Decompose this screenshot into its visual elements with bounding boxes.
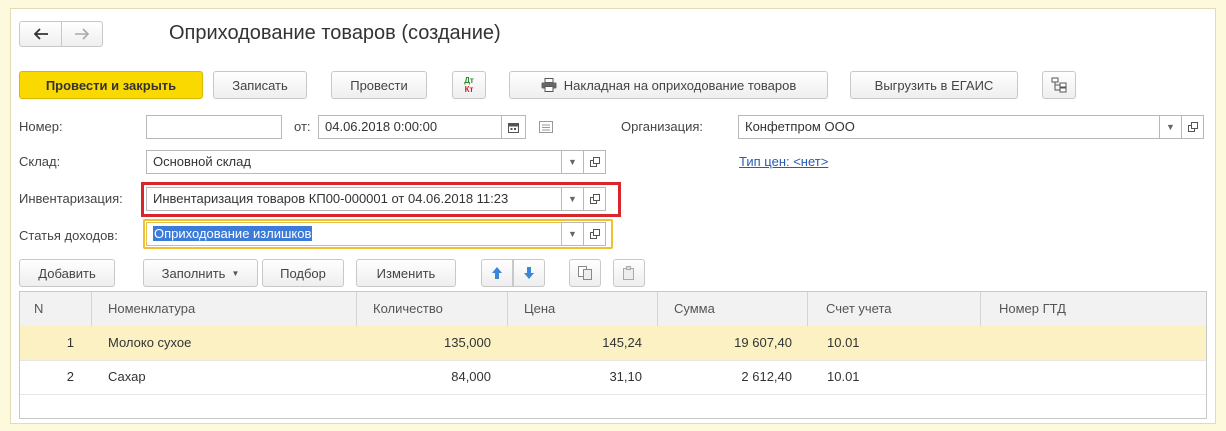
number-field[interactable] [146, 115, 282, 139]
paste-row-button[interactable] [613, 259, 645, 287]
income-item-label: Статья доходов: [19, 228, 118, 243]
warehouse-open-button[interactable] [584, 150, 606, 174]
open-icon [1187, 122, 1198, 132]
print-invoice-label: Накладная на оприходование товаров [563, 77, 797, 93]
move-down-button[interactable] [513, 259, 545, 287]
copy-row-button[interactable] [569, 259, 601, 287]
save-button[interactable]: Записать [213, 71, 307, 99]
document-lines-icon [539, 121, 553, 133]
table-header: N Номенклатура Количество Цена Сумма Сче… [20, 292, 1206, 327]
price-type-link[interactable]: Тип цен: <нет> [739, 154, 828, 169]
organization-dropdown[interactable]: ▼ [1160, 115, 1182, 139]
comment-button[interactable] [538, 119, 554, 135]
pick-button[interactable]: Подбор [262, 259, 344, 287]
paste-icon [623, 266, 634, 280]
goods-table: N Номенклатура Количество Цена Сумма Сче… [19, 291, 1207, 419]
cell-n: 1 [66, 335, 74, 350]
cell-item: Молоко сухое [108, 335, 192, 350]
table-row[interactable]: 1 Молоко сухое 135,000 145,24 19 607,40 … [20, 326, 1206, 361]
move-up-button[interactable] [481, 259, 513, 287]
post-button[interactable]: Провести [331, 71, 427, 99]
add-row-button[interactable]: Добавить [19, 259, 115, 287]
inventory-label: Инвентаризация: [19, 191, 123, 206]
arrow-down-icon [524, 267, 534, 279]
organization-label: Организация: [621, 119, 704, 134]
cell-quantity: 135,000 [444, 335, 491, 350]
cell-gtd [981, 360, 1206, 394]
open-icon [589, 157, 600, 167]
print-invoice-button[interactable]: Накладная на оприходование товаров [509, 71, 828, 99]
inventory-field[interactable]: Инвентаризация товаров КП00-000001 от 04… [146, 187, 562, 211]
copy-icon [578, 266, 592, 280]
dt-kt-button[interactable]: Дт Кт [452, 71, 486, 99]
open-icon [589, 194, 600, 204]
income-item-dropdown[interactable]: ▼ [562, 222, 584, 246]
post-and-close-button[interactable]: Провести и закрыть [19, 71, 203, 99]
dt-kt-icon-bottom: Кт [464, 85, 474, 94]
cell-account: 10.01 [827, 335, 860, 350]
income-item-field[interactable]: Оприходование излишков [146, 222, 562, 246]
dt-kt-icon-top: Дт [464, 76, 474, 85]
calendar-icon [508, 122, 519, 133]
calendar-button[interactable] [502, 115, 526, 139]
export-egais-button[interactable]: Выгрузить в ЕГАИС [850, 71, 1018, 99]
cell-sum: 2 612,40 [741, 369, 792, 384]
column-header-account[interactable]: Счет учета [808, 292, 981, 326]
printer-icon [541, 78, 557, 92]
number-label: Номер: [19, 119, 63, 134]
column-header-item[interactable]: Номенклатура [92, 292, 357, 326]
income-item-value: Оприходование излишков [153, 226, 313, 241]
cell-sum: 19 607,40 [734, 335, 792, 350]
fill-button[interactable]: Заполнить ▼ [143, 259, 258, 287]
income-item-open-button[interactable] [584, 222, 606, 246]
organization-field[interactable]: Конфетпром ООО [738, 115, 1160, 139]
organization-open-button[interactable] [1182, 115, 1204, 139]
arrow-up-icon [492, 267, 502, 279]
nav-buttons [19, 21, 103, 47]
arrow-left-icon [33, 28, 48, 40]
date-label: от: [294, 119, 311, 134]
column-header-price[interactable]: Цена [508, 292, 658, 326]
cell-item: Сахар [108, 369, 146, 384]
column-header-sum[interactable]: Сумма [658, 292, 808, 326]
structure-button[interactable] [1042, 71, 1076, 99]
document-window: Оприходование товаров (создание) Провест… [10, 8, 1216, 424]
column-header-gtd[interactable]: Номер ГТД [981, 292, 1206, 326]
arrow-right-icon [75, 28, 90, 40]
cell-price: 145,24 [602, 335, 642, 350]
cell-n: 2 [66, 369, 74, 384]
cell-gtd [981, 326, 1206, 360]
hierarchy-icon [1051, 77, 1067, 93]
change-button[interactable]: Изменить [356, 259, 456, 287]
cell-quantity: 84,000 [451, 369, 491, 384]
warehouse-label: Склад: [19, 154, 61, 169]
date-field[interactable]: 04.06.2018 0:00:00 [318, 115, 502, 139]
open-icon [589, 229, 600, 239]
warehouse-dropdown[interactable]: ▼ [562, 150, 584, 174]
back-button[interactable] [20, 22, 62, 46]
cell-price: 31,10 [609, 369, 642, 384]
inventory-open-button[interactable] [584, 187, 606, 211]
fill-label: Заполнить [161, 265, 226, 281]
inventory-dropdown[interactable]: ▼ [562, 187, 584, 211]
chevron-down-icon: ▼ [231, 268, 240, 278]
warehouse-field[interactable]: Основной склад [146, 150, 562, 174]
page-title: Оприходование товаров (создание) [169, 22, 501, 44]
forward-button[interactable] [62, 22, 102, 46]
table-row[interactable]: 2 Сахар 84,000 31,10 2 612,40 10.01 [20, 360, 1206, 395]
cell-account: 10.01 [827, 369, 860, 384]
column-header-n[interactable]: N [20, 292, 92, 326]
column-header-quantity[interactable]: Количество [357, 292, 508, 326]
